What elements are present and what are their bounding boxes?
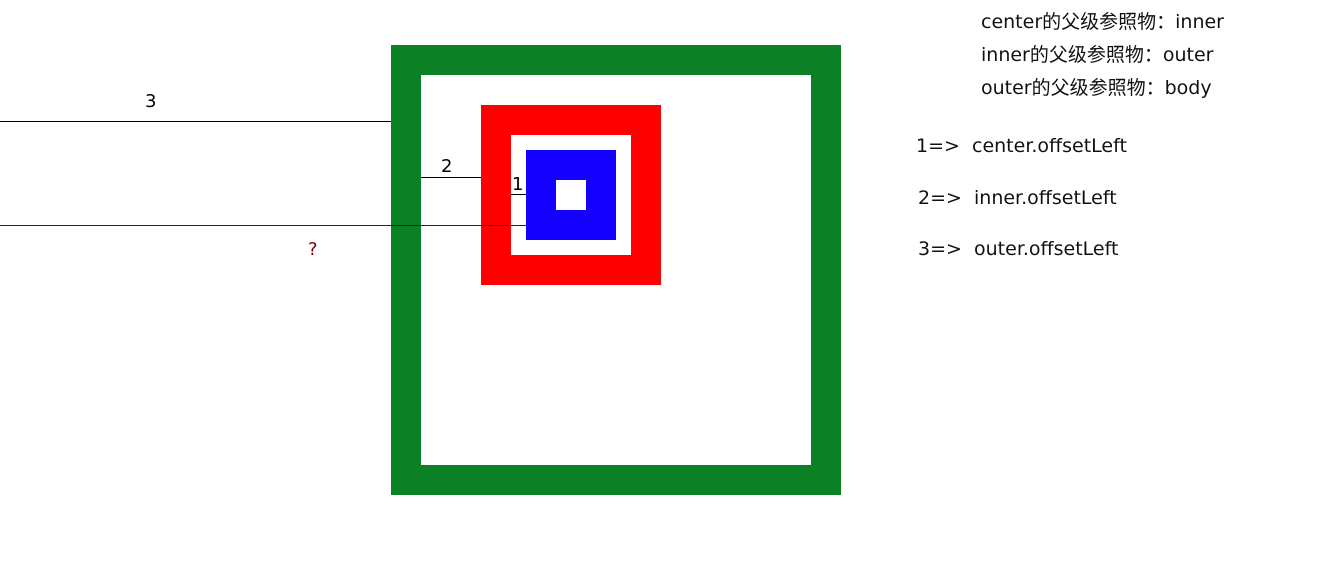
inner-offset-line [421,177,481,178]
offset-note-1: 1=> center.offsetLeft [916,135,1127,157]
total-offset-line [0,225,526,226]
parent-note-inner: inner的父级参照物：outer [981,44,1214,66]
offset-note-3: 3=> outer.offsetLeft [918,238,1119,260]
parent-note-center: center的父级参照物：inner [981,11,1224,33]
offset-note-2: 2=> inner.offsetLeft [918,187,1117,209]
marker-label-1: 1 [512,174,524,195]
marker-label-3: 3 [145,91,157,112]
outer-offset-line [0,121,391,122]
marker-label-2: 2 [441,156,453,177]
parent-note-outer: outer的父级参照物：body [981,77,1212,99]
center-box [526,150,616,240]
marker-label-question: ? [308,239,318,260]
